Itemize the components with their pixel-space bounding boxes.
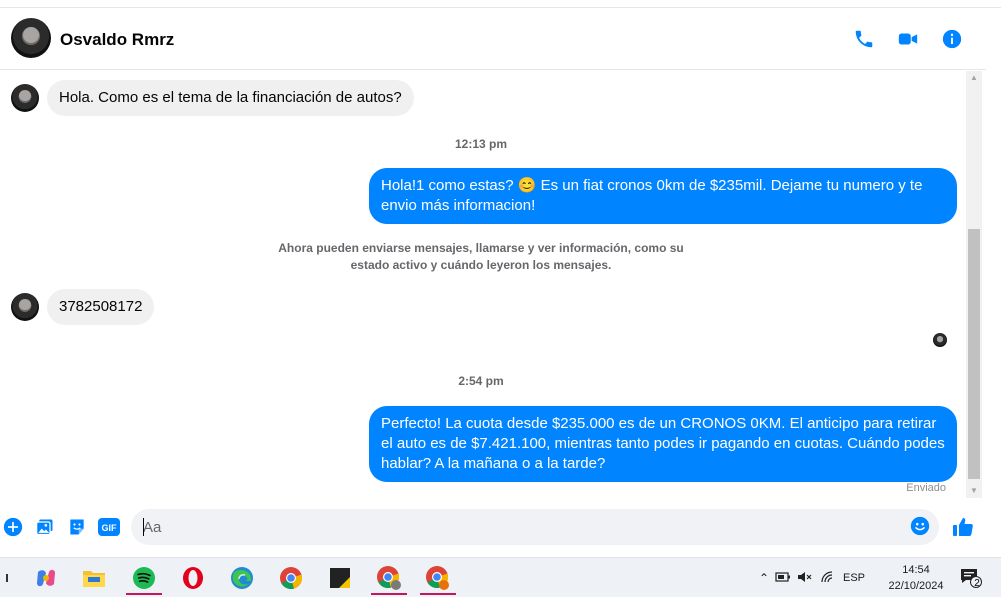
sender-avatar[interactable] [11,84,39,112]
text-caret [143,518,144,536]
delivery-status: Enviado [906,482,946,494]
message-bubble-outgoing[interactable]: Hola!1 como estas? 😊 Es un fiat cronos 0… [369,168,957,224]
chat-header: Osvaldo Rmrz [0,8,986,70]
sticker-icon[interactable] [66,516,88,538]
sticky-notes-icon[interactable] [327,565,353,591]
message-bubble-outgoing[interactable]: Perfecto! La cuota desde $235.000 es de … [369,406,957,482]
message-bubble-incoming[interactable]: 3782508172 [47,289,155,325]
message-thread[interactable]: Hola. Como es el tema de la financiación… [0,71,966,498]
edge-icon[interactable] [229,565,255,591]
gif-label: GIF [102,523,118,533]
battery-icon[interactable] [772,571,794,586]
windows-taskbar: ⌃ ESP 14:54 22/10/2024 2 [0,557,1001,597]
info-icon[interactable] [939,26,965,52]
system-tray: ⌃ ESP [756,558,868,598]
phone-icon[interactable] [851,26,877,52]
photo-icon[interactable] [34,516,56,538]
notification-center-icon[interactable]: 2 [957,565,985,591]
privacy-notice: Ahora pueden enviarse mensajes, llamarse… [278,241,684,272]
chrome-profile-2-active-indicator [420,593,456,595]
message-composer: GIF [0,500,986,557]
spotify-active-indicator [126,593,162,595]
contact-avatar[interactable] [11,18,51,58]
chrome-profile-icon[interactable] [376,565,402,591]
clock[interactable]: 14:54 22/10/2024 [880,562,952,594]
volume-muted-icon[interactable] [794,571,816,586]
clock-date: 22/10/2024 [888,580,944,592]
spotify-icon[interactable] [131,565,157,591]
message-timestamp: 12:13 pm [454,137,508,151]
message-input[interactable] [143,509,903,545]
sender-avatar[interactable] [11,293,39,321]
file-explorer-icon[interactable] [81,565,107,591]
message-scrollbar[interactable]: ▲ ▼ [966,71,982,498]
window-top-strip [0,0,1001,8]
scrollbar-thumb[interactable] [968,229,980,479]
chrome-profile-2-icon[interactable] [425,565,451,591]
network-icon[interactable] [816,570,840,587]
video-camera-icon[interactable] [895,26,921,52]
copilot-icon[interactable] [33,565,59,591]
emoji-icon[interactable] [909,515,933,539]
message-row-incoming: Hola. Como es el tema de la financiación… [11,80,414,116]
message-timestamp: 2:54 pm [458,374,504,388]
like-icon[interactable] [950,516,976,538]
chrome-icon[interactable] [278,565,304,591]
chrome-profile-active-indicator [371,593,407,595]
language-indicator[interactable]: ESP [840,572,868,584]
clock-time: 14:54 [902,564,930,576]
taskbar-edge-icon [0,565,16,591]
scroll-up-arrow-icon[interactable]: ▲ [966,71,982,85]
notification-count: 2 [974,578,980,589]
message-row-incoming: 3782508172 [11,289,155,325]
window-right-edge [986,71,1001,557]
messenger-window: Osvaldo Rmrz Hola. Como es el tema de la… [0,0,1001,557]
gif-icon[interactable]: GIF [97,516,121,538]
opera-icon[interactable] [180,565,206,591]
seen-indicator-avatar [933,333,947,347]
message-input-box[interactable] [131,509,939,545]
chevron-up-icon[interactable]: ⌃ [756,571,772,585]
scroll-down-arrow-icon[interactable]: ▼ [966,484,982,498]
contact-name[interactable]: Osvaldo Rmrz [60,30,174,50]
plus-icon[interactable] [2,516,24,538]
message-bubble-incoming[interactable]: Hola. Como es el tema de la financiación… [47,80,414,116]
